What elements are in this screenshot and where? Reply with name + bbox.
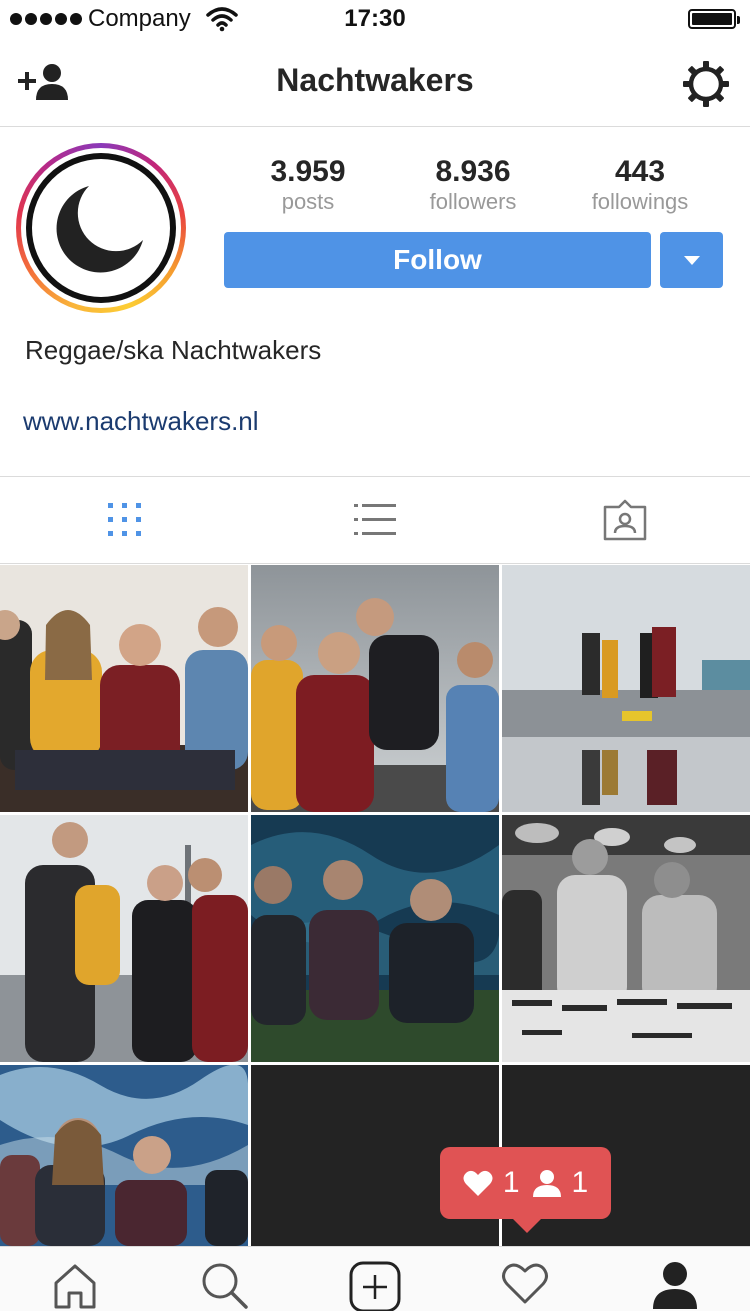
profile-view-tabs xyxy=(0,476,750,564)
like-count: 1 xyxy=(502,1166,520,1199)
crescent-moon-icon xyxy=(56,186,143,273)
followers-stat[interactable]: 8.936 followers xyxy=(393,154,553,214)
tab-home[interactable] xyxy=(45,1261,105,1311)
page-title: Nachtwakers xyxy=(276,62,474,98)
followings-count: 443 xyxy=(614,155,666,188)
post-thumbnail[interactable] xyxy=(0,815,248,1062)
status-time: 17:30 xyxy=(344,5,406,32)
profile-bio: Reggae/ska Nachtwakers xyxy=(25,335,322,365)
followers-label: followers xyxy=(429,189,517,214)
activity-notification-bubble[interactable]: 1 1 xyxy=(440,1147,611,1233)
follow-button[interactable]: Follow xyxy=(224,232,651,288)
post-thumbnail[interactable] xyxy=(502,815,750,1062)
chevron-down-icon xyxy=(684,256,700,265)
follow-options-button[interactable] xyxy=(660,232,723,288)
tab-grid-view[interactable] xyxy=(0,477,250,563)
post-thumbnail[interactable] xyxy=(251,815,499,1062)
post-thumbnail[interactable] xyxy=(0,565,248,812)
posts-label: posts xyxy=(281,189,335,214)
posts-stat[interactable]: 3.959 posts xyxy=(228,154,388,214)
tab-profile[interactable] xyxy=(645,1261,705,1311)
tab-activity[interactable] xyxy=(495,1261,555,1311)
follower-count: 1 xyxy=(571,1166,589,1199)
nav-bar: Nachtwakers xyxy=(0,40,750,127)
profile-stats: 3.959 posts 8.936 followers 443 followin… xyxy=(224,154,724,216)
post-thumbnail[interactable] xyxy=(0,1065,248,1246)
tab-tagged-view[interactable] xyxy=(500,477,750,563)
tab-search[interactable] xyxy=(194,1261,254,1311)
bottom-tab-bar xyxy=(0,1246,750,1311)
tab-add-post[interactable] xyxy=(345,1261,405,1311)
status-bar: Company 17:30 xyxy=(0,0,750,40)
followings-label: followings xyxy=(591,189,689,214)
post-thumbnail[interactable] xyxy=(502,565,750,812)
post-thumbnail[interactable] xyxy=(251,565,499,812)
tagged-photos-icon xyxy=(603,499,647,541)
post-grid xyxy=(0,565,750,1246)
home-icon xyxy=(54,1264,96,1309)
tab-list-view[interactable] xyxy=(250,477,500,563)
profile-website-link[interactable]: www.nachtwakers.nl xyxy=(23,406,259,437)
battery-icon xyxy=(688,9,740,29)
followers-count: 8.936 xyxy=(435,155,511,188)
avatar[interactable] xyxy=(16,143,186,313)
posts-count: 3.959 xyxy=(270,155,346,188)
list-icon xyxy=(354,504,396,535)
search-icon xyxy=(202,1263,248,1309)
heart-icon xyxy=(463,1170,493,1196)
activity-heart-icon xyxy=(502,1263,548,1304)
follower-icon xyxy=(532,1170,561,1197)
add-post-icon xyxy=(349,1261,401,1311)
followings-stat[interactable]: 443 followings xyxy=(560,154,720,214)
profile-icon xyxy=(653,1262,697,1309)
gear-icon[interactable] xyxy=(682,60,730,108)
grid-icon xyxy=(108,503,141,536)
